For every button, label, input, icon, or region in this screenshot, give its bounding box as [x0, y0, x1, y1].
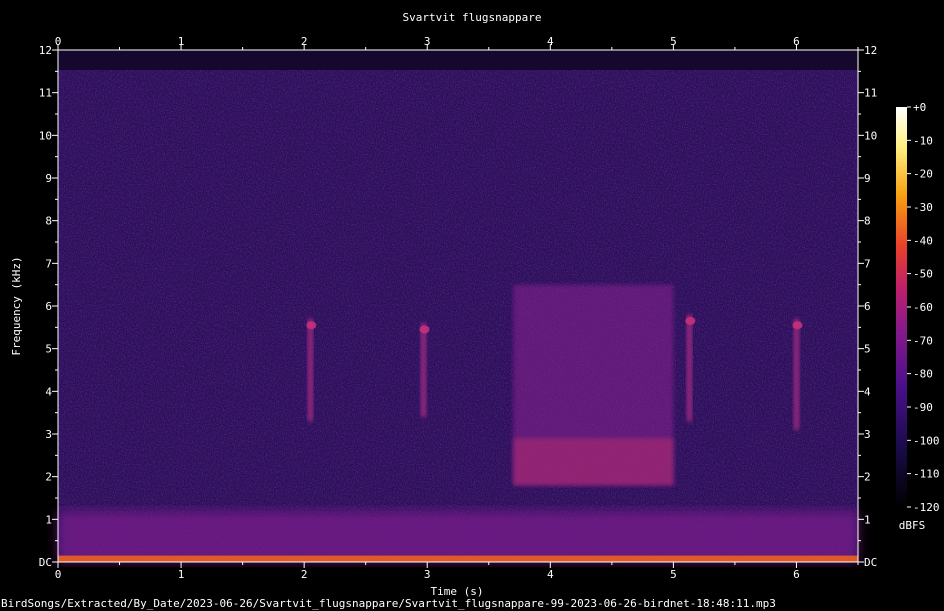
spectrogram-grain [58, 70, 858, 562]
y-left-tick-label-7: 7 [45, 257, 52, 270]
y-left-tick-label-12: 12 [39, 44, 52, 57]
y-left-tick-label-5: 5 [45, 343, 52, 356]
colorbar: +0 -10 -20 -30 -40 -50 -60 -70 -80 -90 -100 -110 -12… [896, 101, 940, 532]
y-right-tick-label-4: 4 [864, 385, 871, 398]
colorbar-tick-label: -100 [913, 434, 940, 447]
x-bottom-tick-label-1: 1 [178, 568, 185, 581]
bird-call-peak-4 [792, 321, 803, 330]
y-right-tick-label-8: 8 [864, 215, 871, 228]
y-left-tick-label-9: 9 [45, 172, 52, 185]
bird-call-1 [307, 318, 314, 422]
file-path: BirdSongs/Extracted/By_Date/2023-06-26/S… [1, 597, 776, 610]
y-right-tick-label-11: 11 [864, 87, 877, 100]
plot-area [58, 50, 858, 562]
y-left-tick-label-2: 2 [45, 471, 52, 484]
x-top-tick-label-0: 0 [55, 35, 62, 48]
colorbar-tick-label: -40 [913, 234, 933, 247]
colorbar-tick-label: +0 [913, 101, 926, 114]
colorbar-tick-label: -10 [913, 134, 933, 147]
bird-call-4 [793, 318, 800, 430]
colorbar-ticks: +0 -10 -20 -30 -40 -50 -60 -70 -80 -90 -100 -110 -12… [907, 101, 940, 514]
x-bottom-tick-label-2: 2 [301, 568, 308, 581]
y-axis-left: DC123456789101112 [39, 44, 59, 569]
x-top-tick-label-3: 3 [424, 35, 431, 48]
y-right-tick-label-2: 2 [864, 471, 871, 484]
x-bottom-tick-label-5: 5 [670, 568, 677, 581]
y-left-tick-label-4: 4 [45, 385, 52, 398]
y-left-tick-label-8: 8 [45, 215, 52, 228]
x-axis-bottom: 0 1 2 3 4 5 6 [55, 561, 859, 581]
bird-call-peak-1 [306, 321, 317, 330]
dc-noise-band [58, 555, 858, 562]
noise-block-hot-band [513, 438, 674, 486]
y-axis-label: Frequency (kHz) [10, 256, 23, 355]
x-top-tick-label-1: 1 [178, 35, 185, 48]
x-top-tick-label-4: 4 [547, 35, 554, 48]
colorbar-tick-label: -80 [913, 368, 933, 381]
colorbar-tick-label: -90 [913, 401, 933, 414]
spectrogram-figure: Svartvit flugsnappare 0123456 0123456 DC… [1, 11, 940, 610]
colorbar-tick-label: -120 [913, 501, 940, 514]
x-bottom-tick-label-0: 0 [55, 568, 62, 581]
y-right-tick-label-DC: DC [864, 556, 877, 569]
x-bottom-tick-label-6: 6 [793, 568, 800, 581]
colorbar-scale [896, 107, 907, 507]
y-left-tick-label-1: 1 [45, 513, 52, 526]
y-left-tick-label-6: 6 [45, 300, 52, 313]
colorbar-tick-label: -70 [913, 334, 933, 347]
x-top-tick-label-2: 2 [301, 35, 308, 48]
bird-call-peak-2 [419, 325, 430, 334]
y-right-tick-label-12: 12 [864, 44, 877, 57]
x-axis-top: 0 1 2 3 4 5 6 [55, 35, 859, 51]
colorbar-tick-label: -110 [913, 468, 940, 481]
x-top-tick-label-5: 5 [670, 35, 677, 48]
chart-title: Svartvit flugsnappare [402, 11, 541, 24]
y-right-tick-label-1: 1 [864, 513, 871, 526]
bird-call-3 [686, 314, 693, 422]
y-right-tick-label-9: 9 [864, 172, 871, 185]
y-right-tick-label-5: 5 [864, 343, 871, 356]
x-bottom-tick-label-4: 4 [547, 568, 554, 581]
bird-call-2 [420, 323, 427, 417]
x-bottom-tick-label-3: 3 [424, 568, 431, 581]
colorbar-label: dBFS [899, 519, 926, 532]
colorbar-tick-label: -50 [913, 268, 933, 281]
x-top-tick-label-6: 6 [793, 35, 800, 48]
bird-call-peak-3 [685, 316, 696, 325]
y-left-tick-label-DC: DC [39, 556, 52, 569]
colorbar-tick-label: -20 [913, 168, 933, 181]
y-left-tick-label-10: 10 [39, 129, 52, 142]
low-frequency-band [58, 510, 858, 562]
y-left-tick-label-3: 3 [45, 428, 52, 441]
y-left-tick-label-11: 11 [39, 87, 52, 100]
y-axis-right: DC123456789101112 [857, 44, 877, 569]
y-right-tick-label-3: 3 [864, 428, 871, 441]
colorbar-tick-label: -60 [913, 301, 933, 314]
colorbar-tick-label: -30 [913, 201, 933, 214]
y-right-tick-label-7: 7 [864, 257, 871, 270]
y-right-tick-label-6: 6 [864, 300, 871, 313]
y-right-tick-label-10: 10 [864, 129, 877, 142]
